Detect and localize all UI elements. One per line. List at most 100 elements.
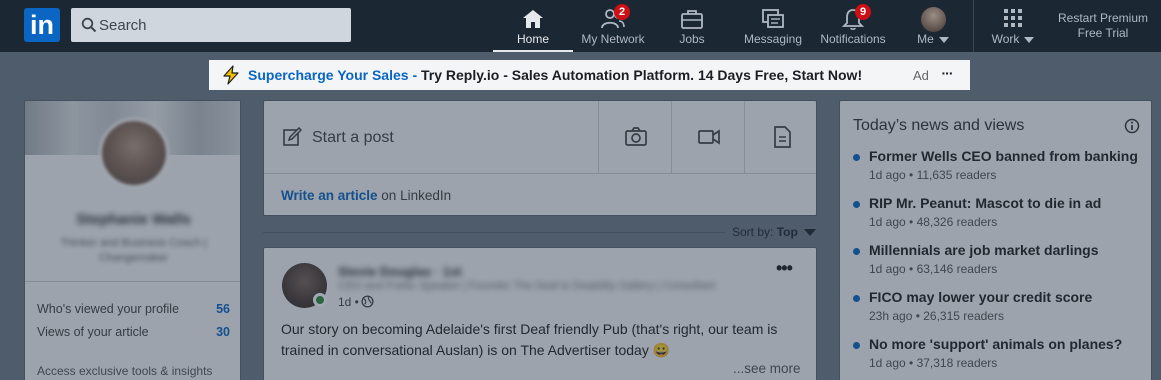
search-input[interactable] <box>99 8 344 42</box>
author-degree: · 1st <box>431 264 462 279</box>
post-author-name[interactable]: Stevie Douglas · 1st <box>338 264 462 279</box>
ad-label: Ad <box>913 68 929 83</box>
ad-description[interactable]: Try Reply.io - Sales Automation Platform… <box>421 67 862 83</box>
stat-label: Who's viewed your profile <box>37 302 180 316</box>
write-article-row: Write an article on LinkedIn <box>281 188 451 203</box>
video-button[interactable] <box>671 101 744 173</box>
search-icon <box>81 17 97 33</box>
post-body: Our story on becoming Adelaide's first D… <box>281 321 778 358</box>
search-box[interactable] <box>71 8 351 42</box>
news-headline: Former Wells CEO banned from banking <box>869 148 1138 164</box>
divider <box>264 173 816 174</box>
nav-messaging-label: Messaging <box>743 32 803 46</box>
document-button[interactable] <box>744 101 816 173</box>
nav-my-network[interactable]: 2 My Network <box>574 0 652 52</box>
article-views-stat[interactable]: Views of your article 30 <box>37 325 230 339</box>
stat-value: 30 <box>216 325 230 339</box>
bullet-icon <box>853 201 860 208</box>
pencil-icon <box>283 127 302 146</box>
sort-dropdown[interactable]: Sort by: Top <box>732 225 798 239</box>
network-badge: 2 <box>614 4 630 20</box>
messaging-icon <box>762 9 784 28</box>
author-name: Stevie Douglas <box>338 264 432 279</box>
see-more-link[interactable]: ...see more <box>733 361 801 376</box>
ad-banner[interactable]: Supercharge Your Sales - Try Reply.io - … <box>209 60 970 90</box>
globe-icon <box>361 295 374 308</box>
news-meta: 1d ago • 11,635 readers <box>869 168 997 182</box>
nav-jobs-label: Jobs <box>679 32 705 46</box>
nav-me-label: Me <box>917 32 934 46</box>
online-status-indicator <box>313 293 327 307</box>
nav-work-label: Work <box>991 32 1020 46</box>
feed-sort-bar: Sort by: Top <box>263 223 817 241</box>
news-title: Today’s news and views <box>853 117 1025 134</box>
news-headline: RIP Mr. Peanut: Mascot to die in ad <box>869 195 1102 211</box>
nav-notifications[interactable]: 9 Notifications <box>815 0 891 52</box>
bullet-icon <box>853 295 860 302</box>
camera-icon <box>625 127 647 146</box>
nav-me[interactable]: Me <box>905 0 961 52</box>
post-overflow-menu[interactable]: ••• <box>776 258 793 279</box>
premium-line1: Restart Premium <box>1057 11 1149 25</box>
start-post-button[interactable]: Start a post <box>264 101 598 173</box>
bullet-icon <box>853 248 860 255</box>
nav-home-label: Home <box>516 32 549 46</box>
news-headline: FICO may lower your credit score <box>869 289 1093 305</box>
nav-work-label-wrap: Work <box>980 32 1046 46</box>
post-author-headline: CEO and Public Speaker | Founder The Dea… <box>338 280 716 292</box>
premium-trial-link[interactable]: Restart Premium Free Trial <box>1046 11 1160 41</box>
nav-divider <box>973 0 974 52</box>
avatar <box>921 7 946 32</box>
nav-messaging[interactable]: Messaging <box>737 0 809 52</box>
chevron-down-icon[interactable] <box>804 229 816 236</box>
divider <box>263 232 725 233</box>
ad-link[interactable]: Supercharge Your Sales - <box>248 67 421 83</box>
notifications-badge: 9 <box>855 4 871 20</box>
news-card: Today’s news and views Former Wells CEO … <box>839 100 1152 380</box>
nav-home[interactable]: Home <box>493 0 573 52</box>
stat-label: Views of your article <box>37 325 149 339</box>
chevron-down-icon <box>1024 36 1035 43</box>
divider <box>25 281 240 282</box>
home-icon <box>523 10 543 28</box>
write-article-link[interactable]: Write an article <box>281 188 378 203</box>
sort-label: Sort by: <box>732 225 777 239</box>
bullet-icon <box>853 342 860 349</box>
on-linkedin-text: on LinkedIn <box>377 188 452 203</box>
photo-button[interactable] <box>598 101 671 173</box>
news-meta: 1d ago • 37,318 readers <box>869 356 998 370</box>
start-post-label: Start a post <box>312 129 394 146</box>
video-icon <box>698 129 720 145</box>
grid-icon <box>1004 9 1022 27</box>
ad-overflow-menu[interactable]: ··· <box>936 63 958 85</box>
bullet-icon <box>853 154 860 161</box>
briefcase-icon <box>681 10 703 29</box>
nav-my-network-label: My Network <box>581 32 645 46</box>
nav-work[interactable]: Work <box>980 0 1046 52</box>
profile-card: Stephanie Walls Thinker and Business Coa… <box>24 100 241 380</box>
ad-text: Supercharge Your Sales - Try Reply.io - … <box>248 67 862 83</box>
nav-me-label-wrap: Me <box>905 32 961 46</box>
share-box: Start a post Write an article on LinkedI… <box>263 100 817 216</box>
chevron-down-icon <box>938 36 949 43</box>
news-headline: No more 'support' animals on planes? <box>869 336 1123 352</box>
profile-name[interactable]: Stephanie Walls <box>25 211 240 228</box>
profile-avatar[interactable] <box>99 118 169 188</box>
nav-notifications-label: Notifications <box>820 32 886 46</box>
feed-post: Stevie Douglas · 1st CEO and Public Spea… <box>263 247 817 380</box>
profile-viewers-stat[interactable]: Who's viewed your profile 56 <box>37 302 230 316</box>
post-timestamp: 1d • <box>338 295 359 309</box>
news-headline: Millennials are job market darlings <box>869 242 1099 258</box>
profile-headline: Thinker and Business Coach | Changemaker <box>60 237 207 264</box>
stat-value: 56 <box>216 302 230 316</box>
news-meta: 23h ago • 26,315 readers <box>869 309 1004 323</box>
premium-line2: Free Trial <box>1077 26 1129 40</box>
premium-access-text: Access exclusive tools & insights <box>37 364 213 378</box>
nav-jobs[interactable]: Jobs <box>658 0 726 52</box>
document-icon <box>774 126 791 148</box>
top-nav: in Home 2 My Network Jobs <box>0 0 1161 52</box>
news-meta: 1d ago • 48,326 readers <box>869 215 998 229</box>
info-icon[interactable] <box>1124 118 1140 134</box>
news-meta: 1d ago • 63,146 readers <box>869 262 998 276</box>
linkedin-logo[interactable]: in <box>24 8 60 42</box>
